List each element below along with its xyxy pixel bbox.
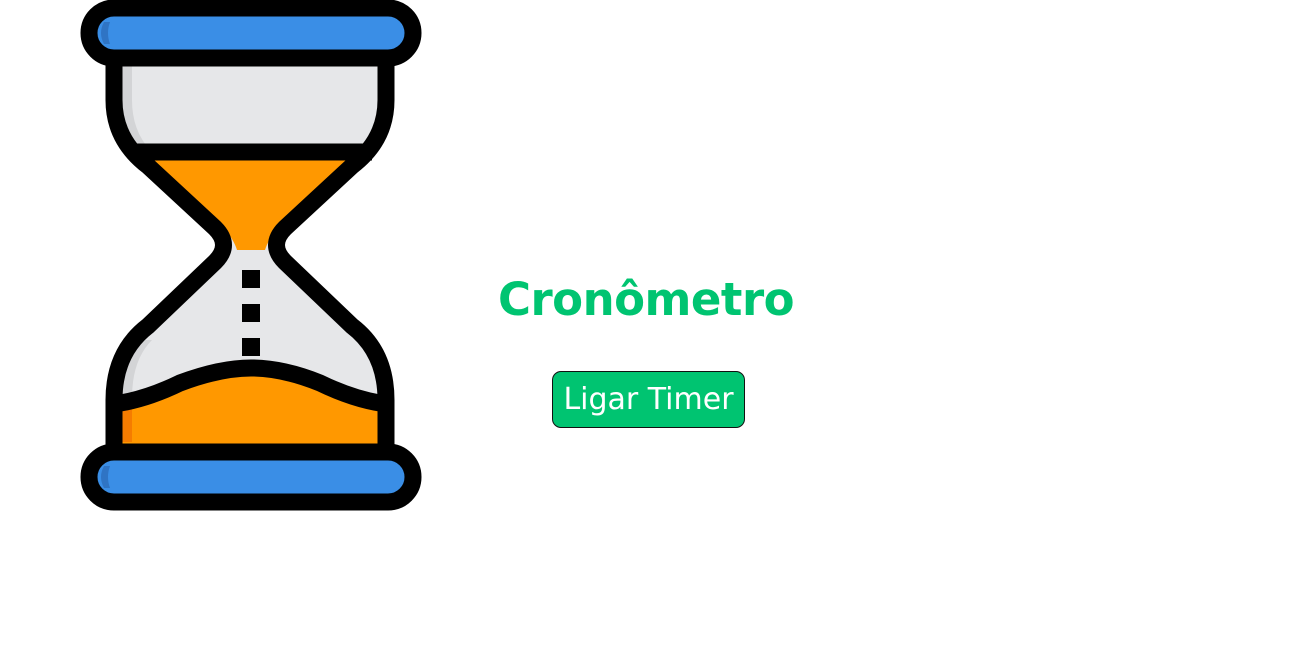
page-title: Cronômetro <box>497 273 795 326</box>
page: Cronômetro Ligar Timer <box>0 0 1292 659</box>
hourglass-icon <box>80 0 422 511</box>
start-timer-button[interactable]: Ligar Timer <box>552 371 745 428</box>
